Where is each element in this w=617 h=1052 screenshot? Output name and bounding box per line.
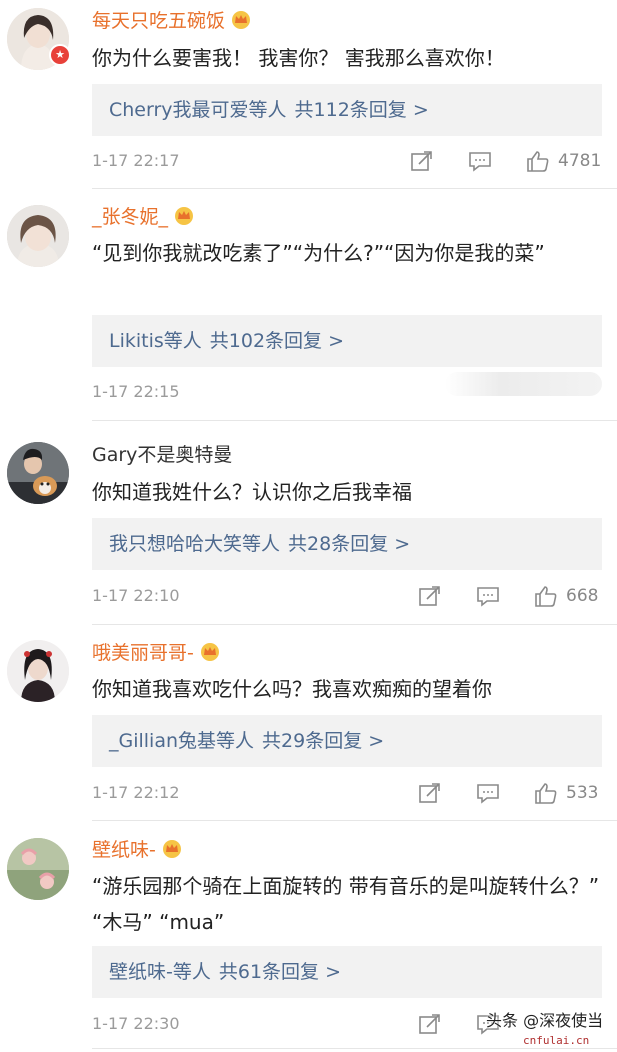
comment-text: “游乐园那个骑在上面旋转的 带有音乐的是叫旋转什么？” “木马” “mua” [92, 874, 600, 934]
watermark-text: 头条 @深夜使当 [486, 1011, 604, 1030]
username-text[interactable]: Gary不是奥特曼 [92, 444, 232, 466]
comment-icon[interactable] [468, 150, 492, 172]
divider [92, 420, 617, 421]
replies-link[interactable]: Cherry我最可爱等人 共112条回复 > [92, 84, 602, 136]
repost-icon[interactable] [418, 1013, 442, 1035]
divider [92, 820, 617, 821]
repost-icon[interactable] [418, 782, 442, 804]
comment-text: 你知道我喜欢吃什么吗？我喜欢痴痴的望着你 [92, 677, 492, 701]
like-count: 668 [566, 586, 599, 606]
divider [92, 188, 617, 189]
timestamp: 1-17 22:15 [92, 382, 180, 401]
replies-count: 共102条回复 > [209, 330, 345, 352]
timestamp: 1-17 22:30 [92, 1014, 180, 1033]
replies-count: 共29条回复 > [262, 730, 385, 752]
username-text[interactable]: _张冬妮_ [92, 206, 168, 228]
timestamp: 1-17 22:17 [92, 151, 180, 170]
crown-icon [198, 642, 222, 662]
avatar[interactable] [7, 205, 69, 267]
username-text[interactable]: 哦美丽哥哥- [92, 642, 194, 664]
comment-meta: 1-17 22:10 668 [92, 581, 602, 611]
comment-icon[interactable] [476, 782, 500, 804]
username[interactable]: 每天只吃五碗饭 [92, 8, 253, 34]
replies-users: _Gillian兔基等人 [109, 730, 255, 752]
replies-link[interactable]: 壁纸味-等人 共61条回复 > [92, 946, 602, 998]
username[interactable]: _张冬妮_ [92, 204, 196, 230]
avatar[interactable] [7, 442, 69, 504]
timestamp: 1-17 22:10 [92, 586, 180, 605]
avatar[interactable] [7, 640, 69, 702]
like-icon[interactable] [526, 150, 550, 172]
replies-count: 共112条回复 > [294, 99, 429, 121]
username[interactable]: 壁纸味- [92, 837, 184, 863]
username[interactable]: Gary不是奥特曼 [92, 442, 232, 468]
replies-link[interactable]: Likitis等人 共102条回复 > [92, 315, 602, 367]
crown-icon [160, 839, 184, 859]
replies-users: 壁纸味-等人 [109, 961, 211, 983]
crown-icon [172, 206, 196, 226]
comment-text: “见到你我就改吃素了”“为什么?”“因为你是我的菜” [92, 241, 545, 265]
comment-icon[interactable] [476, 585, 500, 607]
like-icon[interactable] [534, 782, 558, 804]
username[interactable]: 哦美丽哥哥- [92, 640, 222, 666]
replies-count: 共61条回复 > [218, 961, 341, 983]
replies-link[interactable]: 我只想哈哈大笑等人 共28条回复 > [92, 518, 602, 570]
crown-icon [229, 10, 253, 30]
comment-meta: 1-17 22:17 4781 [92, 146, 602, 176]
verified-badge-icon: ★ [49, 44, 71, 66]
replies-users: Likitis等人 [109, 330, 202, 352]
avatar[interactable] [7, 838, 69, 900]
comment-text: 你知道我姓什么？认识你之后我幸福 [92, 480, 412, 504]
replies-link[interactable]: _Gillian兔基等人 共29条回复 > [92, 715, 602, 767]
replies-users: Cherry我最可爱等人 [109, 99, 287, 121]
comment-meta: 1-17 22:12 533 [92, 778, 602, 808]
replies-users: 我只想哈哈大笑等人 [109, 533, 281, 555]
watermark-url: cnfulai.cn [523, 1034, 590, 1047]
like-icon[interactable] [534, 585, 558, 607]
divider [92, 1048, 617, 1049]
like-count: 533 [566, 783, 599, 803]
blurred-region [445, 372, 602, 396]
username-text[interactable]: 壁纸味- [92, 839, 156, 861]
like-count: 4781 [558, 151, 602, 171]
comment-text: 你为什么要害我！ 我害你？ 害我那么喜欢你！ [92, 46, 505, 70]
timestamp: 1-17 22:12 [92, 783, 180, 802]
repost-icon[interactable] [410, 150, 434, 172]
repost-icon[interactable] [418, 585, 442, 607]
divider [92, 624, 617, 625]
username-text[interactable]: 每天只吃五碗饭 [92, 10, 225, 32]
replies-count: 共28条回复 > [288, 533, 411, 555]
